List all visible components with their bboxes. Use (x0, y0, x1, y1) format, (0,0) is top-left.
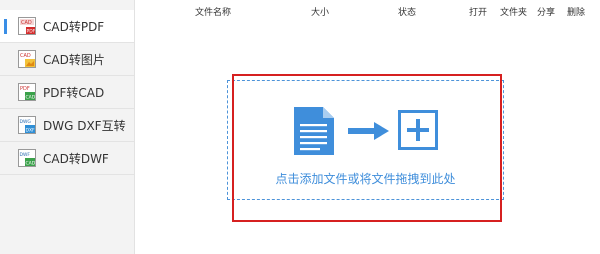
svg-text:DWG: DWG (20, 119, 32, 125)
svg-text:CAD: CAD (26, 95, 36, 101)
svg-text:DXF: DXF (26, 128, 36, 134)
cad-to-dwf-icon: DWF CAD (18, 149, 36, 167)
sidebar-item-dwg-dxf-convert[interactable]: DWG DXF DWG DXF互转 (0, 109, 134, 142)
dropzone-hint-text[interactable]: 点击添加文件或将文件拖拽到此处 (227, 170, 504, 187)
sidebar-item-cad-to-dwf[interactable]: DWF CAD CAD转DWF (0, 142, 134, 175)
sidebar: CAD PDF CAD转PDF CAD CAD转图片 PDF CAD PDF转C… (0, 0, 135, 254)
sidebar-item-cad-to-pdf[interactable]: CAD PDF CAD转PDF (0, 10, 134, 43)
column-header-open[interactable]: 打开 (469, 5, 487, 18)
svg-text:CAD: CAD (20, 53, 31, 59)
document-icon (294, 107, 334, 155)
pdf-to-cad-icon: PDF CAD (18, 83, 36, 101)
sidebar-item-label: CAD转图片 (43, 52, 105, 67)
cad-to-image-icon: CAD (18, 50, 36, 68)
sidebar-item-label: CAD转DWF (43, 151, 109, 166)
svg-text:PDF: PDF (27, 29, 36, 35)
add-file-icon[interactable] (398, 110, 438, 150)
column-header-filename[interactable]: 文件名称 (195, 5, 231, 18)
dwg-dxf-convert-icon: DWG DXF (18, 116, 36, 134)
svg-text:DWF: DWF (20, 152, 31, 158)
arrow-right-icon (348, 122, 389, 140)
sidebar-item-label: PDF转CAD (43, 85, 105, 100)
column-header-delete[interactable]: 删除 (567, 5, 585, 18)
column-header-size[interactable]: 大小 (311, 5, 329, 18)
sidebar-item-cad-to-image[interactable]: CAD CAD转图片 (0, 43, 134, 76)
cad-to-pdf-icon: CAD PDF (18, 17, 36, 35)
svg-text:PDF: PDF (20, 86, 30, 92)
svg-text:CAD: CAD (21, 20, 32, 26)
svg-text:CAD: CAD (26, 161, 36, 167)
sidebar-item-label: DWG DXF互转 (43, 118, 126, 133)
column-header-status[interactable]: 状态 (398, 5, 416, 18)
sidebar-item-label: CAD转PDF (43, 19, 105, 34)
highlight-box (232, 74, 502, 222)
sidebar-item-pdf-to-cad[interactable]: PDF CAD PDF转CAD (0, 76, 134, 109)
column-header-share[interactable]: 分享 (537, 5, 555, 18)
column-header-folder[interactable]: 文件夹 (500, 5, 527, 18)
